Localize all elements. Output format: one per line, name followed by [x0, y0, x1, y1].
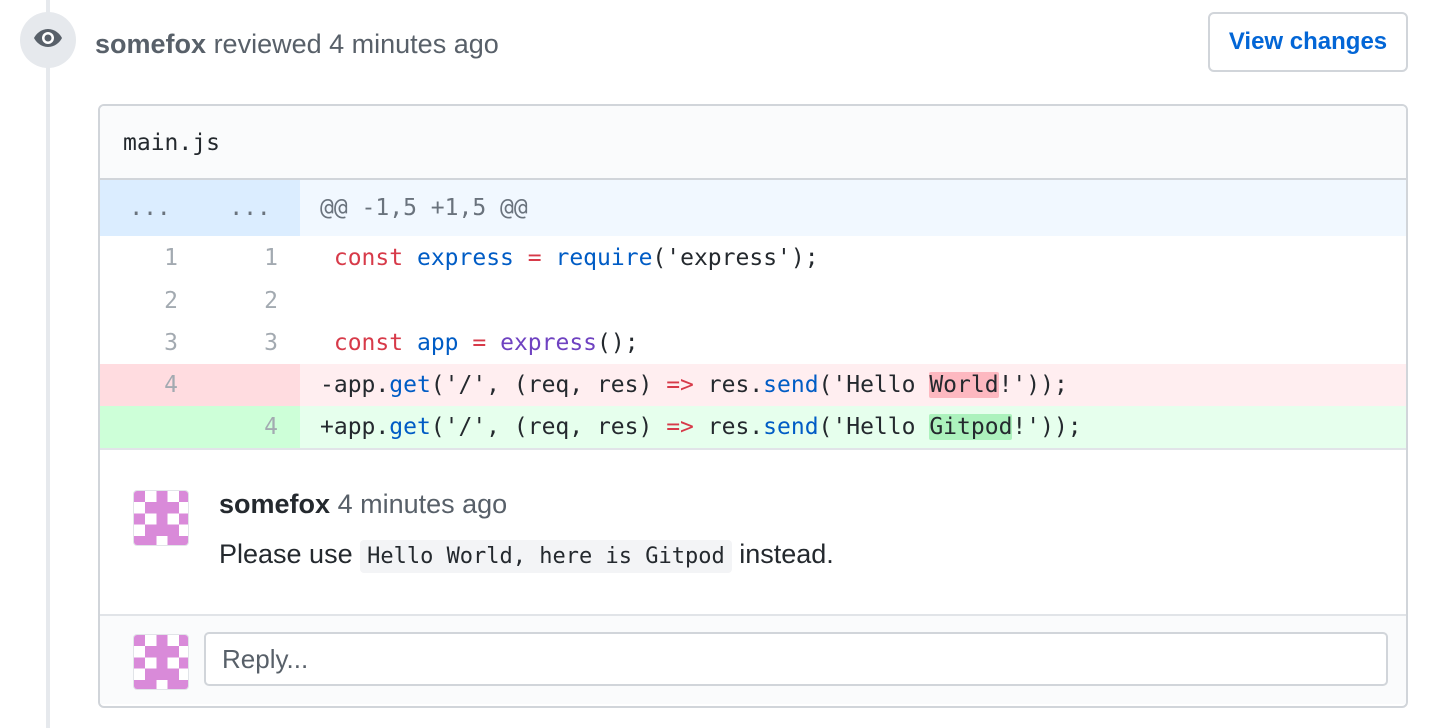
hunk-header: @@ -1,5 +1,5 @@	[300, 180, 1406, 236]
new-line-number[interactable]: 3	[200, 322, 300, 364]
old-line-number[interactable]: 1	[100, 236, 200, 280]
eye-icon	[33, 27, 63, 54]
diff-line-addition: 4 +app.get('/', (req, res) => res.send('…	[100, 406, 1406, 448]
comment-author[interactable]: somefox	[219, 489, 330, 519]
review-action: reviewed	[213, 29, 322, 59]
hunk-expand-old[interactable]: ...	[100, 180, 200, 236]
old-line-number[interactable]: 4	[100, 364, 200, 406]
file-name[interactable]: main.js	[123, 130, 220, 156]
review-comment: somefox 4 minutes ago Please use Hello W…	[100, 450, 1406, 616]
hunk-header-row: ... ... @@ -1,5 +1,5 @@	[100, 180, 1406, 236]
code-line: const app = express();	[333, 330, 639, 356]
old-line-number[interactable]: 3	[100, 322, 200, 364]
comment-time[interactable]: 4 minutes ago	[338, 489, 508, 519]
diff-line: 2 2	[100, 280, 1406, 322]
review-header: somefox reviewed 4 minutes ago	[95, 26, 499, 62]
code-line: +app.get('/', (req, res) => res.send('He…	[300, 406, 1406, 448]
new-line-number[interactable]: 4	[200, 406, 300, 448]
view-changes-button[interactable]: View changes	[1208, 12, 1408, 72]
hunk-expand-new[interactable]: ...	[200, 180, 300, 236]
old-line-number[interactable]: 2	[100, 280, 200, 322]
file-header: main.js	[100, 106, 1406, 180]
diff-line-deletion: 4 -app.get('/', (req, res) => res.send('…	[100, 364, 1406, 406]
code-line: const express = require('express');	[333, 245, 819, 271]
avatar[interactable]	[133, 634, 189, 690]
review-file-box: main.js ... ... @@ -1,5 +1,5 @@ 1 1 cons…	[98, 104, 1408, 708]
timeline-line	[46, 0, 50, 728]
comment-meta: somefox 4 minutes ago	[219, 486, 507, 522]
reply-input[interactable]	[204, 632, 1388, 686]
avatar[interactable]	[133, 490, 189, 546]
comment-body: Please use Hello World, here is Gitpod i…	[219, 536, 834, 575]
review-time[interactable]: 4 minutes ago	[329, 29, 499, 59]
review-event-badge	[20, 12, 76, 68]
inline-code: Hello World, here is Gitpod	[360, 540, 732, 573]
code-line: -app.get('/', (req, res) => res.send('He…	[300, 364, 1406, 406]
diff-line: 1 1 const express = require('express');	[100, 236, 1406, 280]
comment-thread: somefox 4 minutes ago Please use Hello W…	[100, 448, 1406, 704]
old-line-number	[100, 406, 200, 448]
new-line-number[interactable]: 2	[200, 280, 300, 322]
new-line-number	[200, 364, 300, 406]
review-author[interactable]: somefox	[95, 29, 206, 59]
new-line-number[interactable]: 1	[200, 236, 300, 280]
reply-area	[100, 616, 1406, 704]
diff-line: 3 3 const app = express();	[100, 322, 1406, 364]
